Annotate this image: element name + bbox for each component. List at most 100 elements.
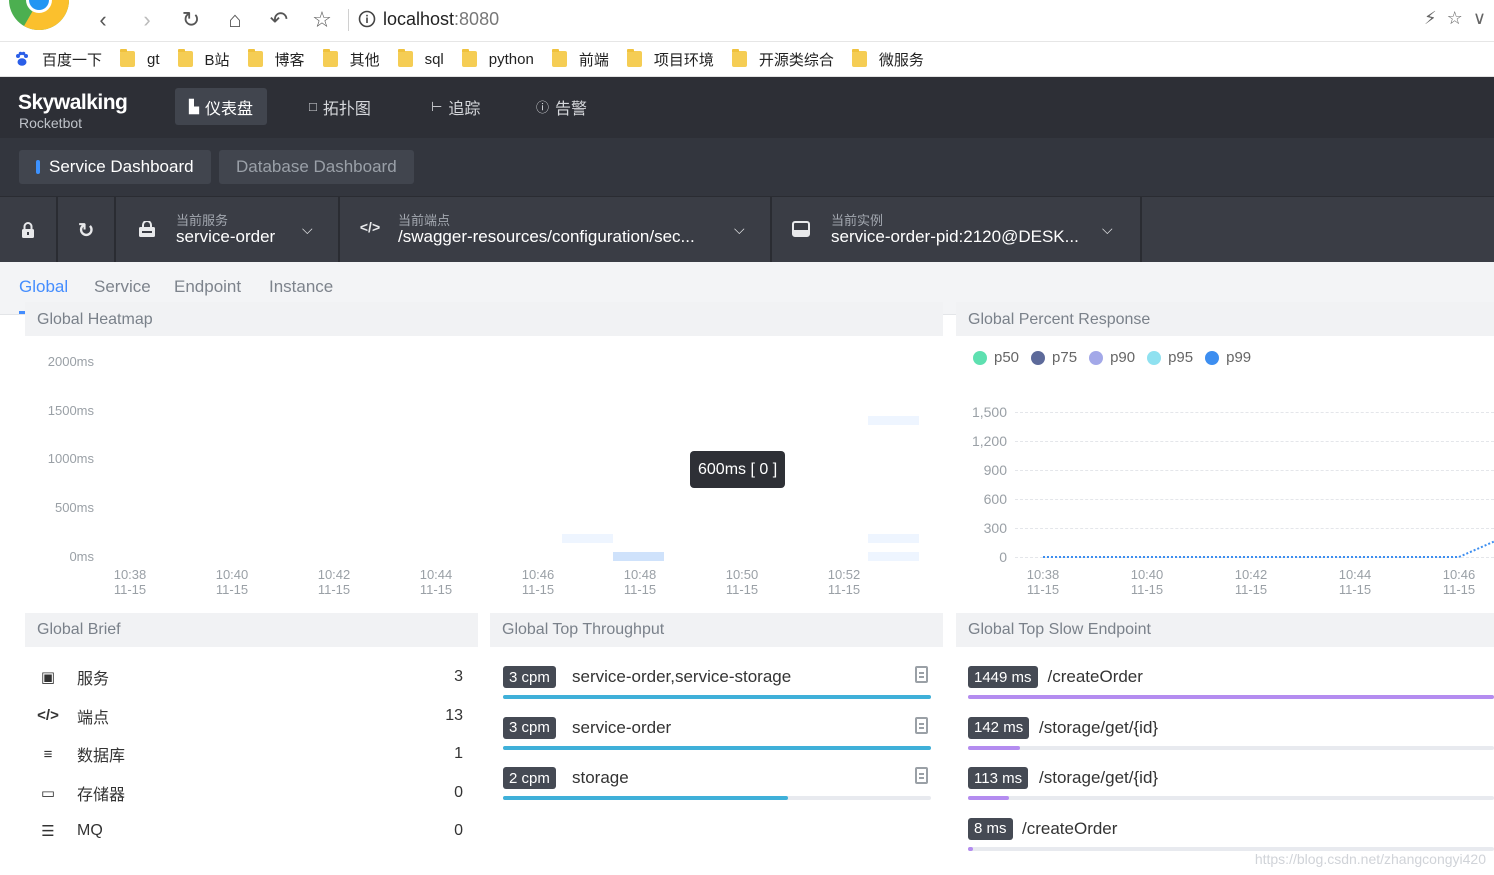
folder-icon	[731, 49, 747, 67]
folder-icon	[177, 49, 193, 67]
legend-item[interactable]: p75	[1031, 349, 1077, 366]
bookmark-item[interactable]: gt	[120, 49, 160, 68]
throughput-bar-track	[503, 745, 931, 750]
forward-icon[interactable]: ›	[132, 5, 162, 35]
brief-row: ≡ 数据库 1	[37, 741, 467, 767]
latency-badge: 1449 ms	[968, 666, 1038, 688]
percent-x-tick: 10:42 11-15	[1226, 567, 1276, 597]
tab-global[interactable]: Global	[19, 277, 68, 297]
heatmap-tooltip: 600ms [ 0 ]	[690, 451, 786, 488]
bookmark-item[interactable]: 博客	[247, 49, 305, 70]
chevron-down-icon: ⌵	[734, 221, 745, 237]
nav-trace[interactable]: ⊢ 追踪	[417, 88, 494, 125]
copy-icon[interactable]	[915, 716, 928, 734]
slow-bar-track	[968, 796, 1494, 800]
bookmark-label: 博客	[274, 51, 305, 69]
lightning-icon[interactable]: ⚡	[1424, 8, 1437, 29]
bookmark-item[interactable]: 微服务	[851, 49, 924, 70]
bookmark-star-icon[interactable]: ☆	[307, 5, 337, 35]
slow-endpoint-row[interactable]: 1449 ms/createOrder	[968, 662, 1488, 692]
bookmark-label: 微服务	[878, 51, 924, 69]
copy-icon[interactable]	[915, 767, 928, 784]
refresh-button[interactable]: ↻	[58, 197, 116, 263]
undo-icon[interactable]: ↶	[264, 5, 294, 35]
percent-response-title-text: Global Percent Response	[968, 311, 1151, 328]
bookmark-item[interactable]: 开源类综合	[731, 49, 834, 70]
endpoint-selector[interactable]: </> 当前端点 /swagger-resources/configuratio…	[340, 197, 772, 263]
back-icon[interactable]: ‹	[88, 5, 118, 35]
legend-item[interactable]: p50	[973, 349, 1019, 366]
home-icon[interactable]: ⌂	[220, 5, 250, 35]
url-separator	[348, 9, 349, 31]
nav-alarm[interactable]: ⓘ 告警	[522, 88, 601, 125]
percent-x-date: 11-15	[1234, 582, 1268, 597]
percent-x-date: 11-15	[1442, 582, 1476, 597]
bookmark-item[interactable]: 项目环境	[626, 49, 714, 70]
heatmap-x-tick: 10:42 11-15	[309, 567, 359, 597]
slow-endpoint-name: /storage/get/{id}	[1039, 717, 1159, 737]
percent-y-tick: 300	[983, 520, 1007, 536]
tab-database-dashboard[interactable]: Database Dashboard	[219, 150, 414, 184]
slow-endpoint-row[interactable]: 142 ms/storage/get/{id}	[968, 713, 1488, 743]
slow-endpoint-row[interactable]: 8 ms/createOrder	[968, 814, 1488, 844]
bookmark-item[interactable]: 其他	[322, 49, 380, 70]
heatmap-x-time: 10:50	[725, 567, 759, 582]
nav-trace-label: 追踪	[448, 100, 481, 118]
legend-label: p90	[1110, 349, 1136, 366]
legend-item[interactable]: p95	[1147, 349, 1193, 366]
copy-icon[interactable]	[915, 666, 928, 683]
bookmark-item[interactable]: sql	[397, 49, 444, 68]
brief-label: 存储器	[77, 786, 126, 804]
address-bar[interactable]: localhost:8080	[383, 9, 499, 30]
star-icon[interactable]: ☆	[1447, 8, 1463, 29]
bookmarks-bar: 百度一下 gt B站 博客 其他 sql python 前端 项目环境 开源类综合 微服务	[0, 42, 1494, 77]
reload-icon[interactable]: ↻	[176, 5, 206, 35]
throughput-row[interactable]: 3 cpm service-order,service-storage	[503, 662, 933, 692]
throughput-row[interactable]: 3 cpm service-order	[503, 713, 933, 743]
legend-dot	[973, 350, 987, 365]
service-selector[interactable]: 当前服务 service-order ⌵	[116, 197, 340, 263]
throughput-row[interactable]: 2 cpm storage	[503, 763, 933, 793]
heatmap-cell[interactable]	[562, 534, 613, 543]
heatmap-x-tick: 10:44 11-15	[411, 567, 461, 597]
heatmap-x-time: 10:42	[317, 567, 351, 582]
tab-service[interactable]: Service	[94, 277, 151, 297]
bookmark-item[interactable]: 前端	[551, 49, 609, 70]
tab-endpoint[interactable]: Endpoint	[174, 277, 241, 297]
chevron-down-icon[interactable]: ∨	[1473, 8, 1486, 29]
percent-y-tick: 0	[999, 549, 1007, 565]
legend-item[interactable]: p99	[1205, 349, 1251, 366]
instance-selector[interactable]: 当前实例 service-order-pid:2120@DESK... ⌵	[772, 197, 1142, 263]
bookmark-label: 开源类综合	[758, 51, 834, 69]
endpoint-selector-value: /swagger-resources/configuration/sec...	[398, 227, 695, 246]
heatmap-x-time: 10:44	[419, 567, 453, 582]
bookmark-item[interactable]: 百度一下	[14, 49, 102, 70]
info-icon[interactable]	[358, 10, 376, 28]
legend-item[interactable]: p90	[1089, 349, 1135, 366]
lock-button[interactable]	[0, 197, 58, 263]
brief-label: 端点	[77, 709, 110, 727]
folder-icon	[322, 49, 338, 67]
active-indicator	[36, 160, 40, 174]
heatmap-cell[interactable]	[868, 416, 919, 425]
percent-x-tick: 10:46 11-15	[1434, 567, 1484, 597]
slow-bar-track	[968, 846, 1494, 851]
tab-instance[interactable]: Instance	[269, 277, 333, 297]
heatmap-cell[interactable]	[868, 552, 919, 561]
lock-icon	[22, 222, 34, 238]
brief-row: </> 端点 13	[37, 703, 467, 729]
bookmark-label: 项目环境	[653, 51, 714, 69]
chevron-down-icon: ⌵	[302, 221, 313, 237]
nav-dashboard[interactable]: ▙ 仪表盘	[175, 88, 268, 125]
slow-endpoint-row[interactable]: 113 ms/storage/get/{id}	[968, 763, 1488, 793]
latency-badge: 8 ms	[968, 817, 1013, 840]
nav-topology[interactable]: □ 拓扑图	[295, 88, 385, 125]
slow-endpoint-name: /storage/get/{id}	[1039, 768, 1159, 787]
heatmap-cell[interactable]	[868, 534, 919, 543]
bookmark-item[interactable]: B站	[177, 49, 230, 70]
tab-service-dashboard[interactable]: Service Dashboard	[19, 150, 211, 184]
slow-bar-fill	[968, 846, 974, 851]
bookmark-item[interactable]: python	[461, 49, 534, 68]
percent-x-date: 11-15	[1026, 582, 1060, 597]
heatmap-cell[interactable]	[613, 552, 664, 561]
